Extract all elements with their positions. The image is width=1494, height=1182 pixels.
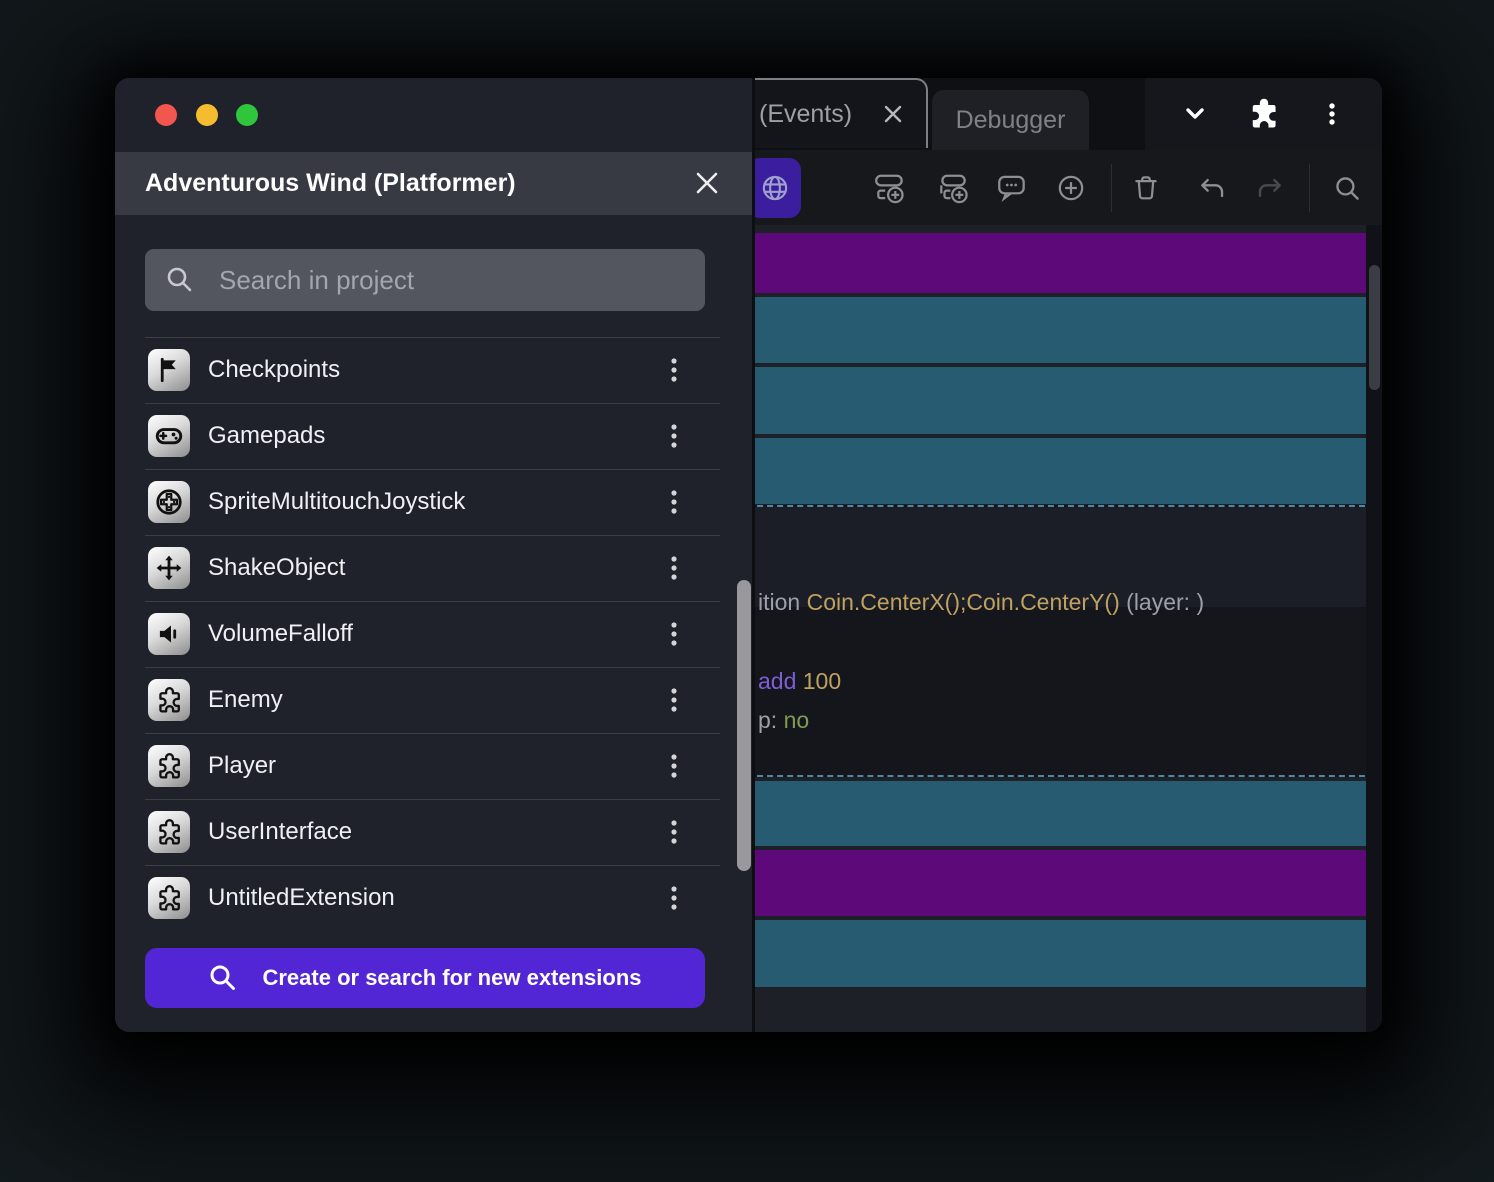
joystick-icon — [154, 487, 184, 517]
tab-debugger-label: Debugger — [956, 106, 1066, 135]
project-manager-dialog: Adventurous Wind (Platformer) — [115, 78, 752, 1032]
event-action-text: add 100 — [758, 668, 841, 702]
code-fragment: p: — [758, 707, 784, 733]
zoom-window-button[interactable] — [236, 104, 258, 126]
code-fragment: no — [784, 707, 810, 733]
list-item-gamepads[interactable]: Gamepads — [115, 403, 752, 469]
item-menu-icon[interactable] — [666, 484, 682, 520]
item-label: Player — [208, 752, 276, 780]
desktop-background: (Events) Debugger — [0, 0, 1494, 1182]
close-tab-icon[interactable] — [882, 103, 904, 125]
item-icon-tile — [148, 679, 190, 721]
item-icon-tile — [148, 349, 190, 391]
project-search-field[interactable] — [145, 249, 705, 311]
item-icon-tile — [148, 877, 190, 919]
item-label: VolumeFalloff — [208, 620, 353, 648]
puzzle-icon — [155, 686, 184, 715]
list-item-checkpoints[interactable]: Checkpoints — [115, 337, 752, 403]
item-menu-icon[interactable] — [666, 880, 682, 916]
app-window: (Events) Debugger — [115, 78, 1382, 1032]
event-action-text: p: no — [758, 707, 809, 741]
item-menu-icon[interactable] — [666, 550, 682, 586]
speaker-icon — [155, 620, 183, 648]
redo-icon[interactable] — [1252, 171, 1286, 205]
item-menu-icon[interactable] — [666, 814, 682, 850]
list-item-volumefalloff[interactable]: VolumeFalloff — [115, 601, 752, 667]
item-icon-tile — [148, 811, 190, 853]
more-vertical-icon[interactable] — [1315, 97, 1349, 131]
dialog-header: Adventurous Wind (Platformer) — [115, 152, 752, 215]
add-subevent-icon[interactable] — [936, 171, 970, 205]
code-fragment: (layer: ) — [1120, 589, 1204, 615]
toolbar-divider — [1309, 164, 1310, 212]
tab-events-label: (Events) — [759, 100, 852, 129]
dialog-scrollbar-thumb[interactable] — [737, 580, 751, 871]
add-event-icon[interactable] — [873, 171, 907, 205]
minimize-window-button[interactable] — [196, 104, 218, 126]
chevron-down-icon[interactable] — [1178, 97, 1212, 131]
extensions-puzzle-icon[interactable] — [1246, 96, 1282, 132]
list-item-untitledextension[interactable]: UntitledExtension — [115, 865, 752, 931]
item-icon-tile — [148, 481, 190, 523]
tab-debugger[interactable]: Debugger — [932, 90, 1089, 150]
add-circle-icon[interactable] — [1054, 171, 1088, 205]
item-label: Enemy — [208, 686, 283, 714]
window-titlebar — [115, 78, 752, 152]
list-item-shakeobject[interactable]: ShakeObject — [115, 535, 752, 601]
puzzle-icon — [155, 752, 184, 781]
item-icon-tile — [148, 745, 190, 787]
events-scrollbar-track[interactable] — [1366, 225, 1382, 1032]
dialog-title: Adventurous Wind (Platformer) — [145, 169, 516, 198]
globe-icon — [757, 170, 793, 206]
item-icon-tile — [148, 613, 190, 655]
item-label: UntitledExtension — [208, 884, 395, 912]
close-dialog-icon[interactable] — [692, 168, 722, 198]
search-icon — [208, 963, 238, 993]
events-scrollbar-thumb[interactable] — [1369, 265, 1380, 390]
puzzle-icon — [155, 884, 184, 913]
item-label: Gamepads — [208, 422, 325, 450]
item-menu-icon[interactable] — [666, 352, 682, 388]
event-action-text: ition Coin.CenterX();Coin.CenterY() (lay… — [758, 589, 1204, 623]
item-icon-tile — [148, 547, 190, 589]
item-menu-icon[interactable] — [666, 616, 682, 652]
toolbar-divider — [1111, 164, 1112, 212]
list-item-spritemultitouchjoystick[interactable]: SpriteMultitouchJoystick — [115, 469, 752, 535]
move-arrows-icon — [155, 554, 183, 582]
code-fragment: ition — [758, 589, 807, 615]
gamepad-icon — [154, 421, 184, 451]
create-search-extensions-button[interactable]: Create or search for new extensions — [145, 948, 705, 1008]
search-icon — [165, 265, 195, 295]
search-input[interactable] — [217, 264, 685, 297]
puzzle-icon — [155, 818, 184, 847]
item-label: SpriteMultitouchJoystick — [208, 488, 465, 516]
flag-icon — [155, 356, 183, 384]
item-label: UserInterface — [208, 818, 352, 846]
cta-label: Create or search for new extensions — [262, 965, 641, 991]
item-menu-icon[interactable] — [666, 748, 682, 784]
trash-icon[interactable] — [1129, 171, 1163, 205]
globe-button[interactable] — [748, 158, 801, 218]
search-icon[interactable] — [1330, 171, 1364, 205]
code-fragment: add — [758, 668, 803, 694]
list-item-player[interactable]: Player — [115, 733, 752, 799]
item-menu-icon[interactable] — [666, 418, 682, 454]
list-item-userinterface[interactable]: UserInterface — [115, 799, 752, 865]
tabbar-controls — [1145, 78, 1382, 150]
item-label: Checkpoints — [208, 356, 340, 384]
item-label: ShakeObject — [208, 554, 345, 582]
code-fragment: 100 — [803, 668, 841, 694]
code-fragment: Coin.CenterX();Coin.CenterY() — [807, 589, 1120, 615]
list-item-enemy[interactable]: Enemy — [115, 667, 752, 733]
add-comment-icon[interactable] — [995, 171, 1029, 205]
item-menu-icon[interactable] — [666, 682, 682, 718]
undo-icon[interactable] — [1196, 171, 1230, 205]
project-items-list: Checkpoints Gamepads — [115, 337, 752, 931]
item-icon-tile — [148, 415, 190, 457]
close-window-button[interactable] — [155, 104, 177, 126]
